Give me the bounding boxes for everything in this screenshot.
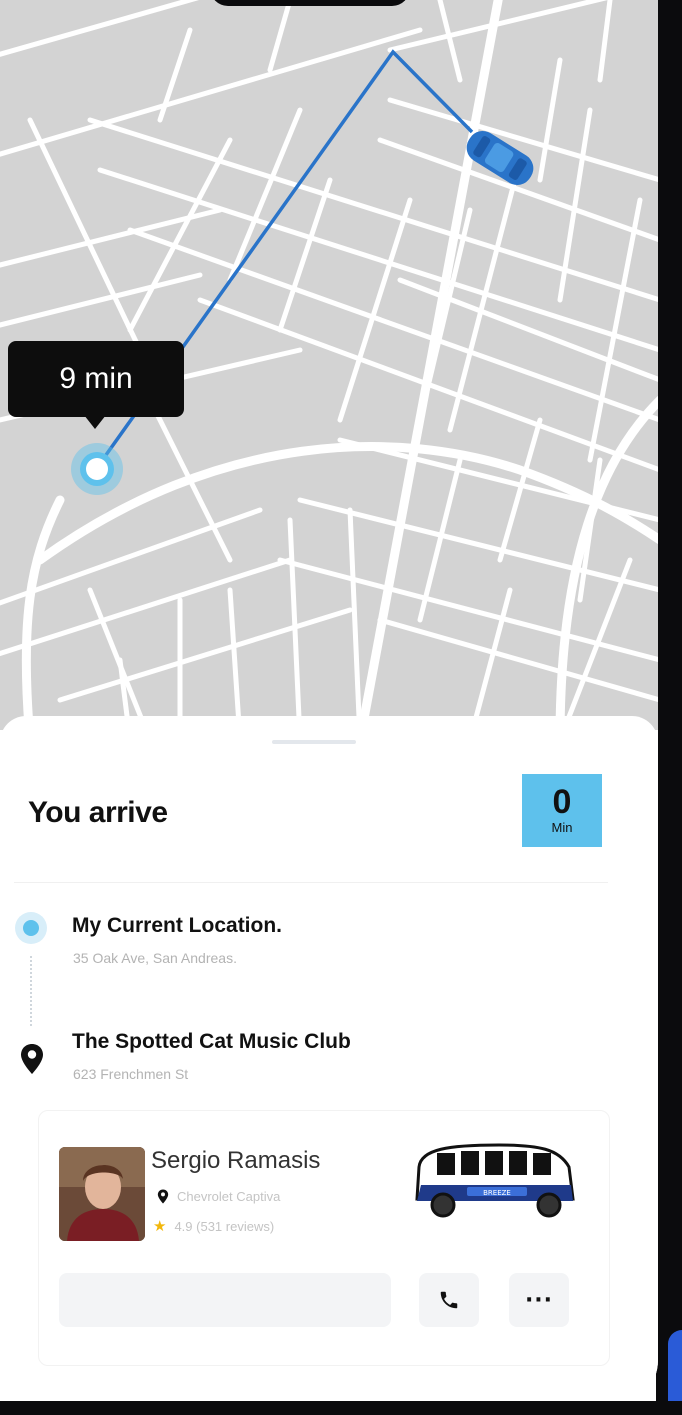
eta-bubble-tail bbox=[84, 415, 106, 429]
route-connector bbox=[30, 956, 32, 1026]
eta-bubble: 9 min bbox=[8, 341, 184, 417]
trip-sheet: You arrive 0 Min My Current Location. 35… bbox=[0, 716, 658, 1408]
vehicle-image: BREEZE bbox=[415, 1143, 575, 1218]
divider bbox=[14, 882, 608, 883]
pickup-marker bbox=[71, 443, 123, 495]
sheet-grabber[interactable] bbox=[272, 740, 356, 744]
stop-destination-title[interactable]: The Spotted Cat Music Club bbox=[72, 1030, 351, 1054]
phone-icon bbox=[440, 1291, 458, 1309]
eta-badge: 0 Min bbox=[522, 774, 602, 847]
eta-badge-unit: Min bbox=[551, 820, 573, 835]
driver-avatar[interactable] bbox=[59, 1147, 145, 1241]
driver-rating-row: ★ 4.9 (531 reviews) bbox=[153, 1217, 274, 1235]
driver-rating: 4.9 (531 reviews) bbox=[174, 1218, 275, 1234]
driver-car-row: Chevrolet Captiva bbox=[157, 1189, 280, 1204]
stop-origin-title[interactable]: My Current Location. bbox=[72, 914, 282, 938]
stop-destination-address: 623 Frenchmen St bbox=[73, 1066, 189, 1082]
car-pin-icon bbox=[157, 1189, 169, 1204]
arrival-title: You arrive bbox=[28, 796, 168, 829]
map-pin-icon bbox=[21, 1044, 43, 1074]
map-view[interactable]: 9 min bbox=[0, 0, 658, 730]
phone-screen: 9 min You arrive 0 Min My Current Locati… bbox=[0, 0, 658, 1408]
call-button[interactable] bbox=[419, 1273, 479, 1327]
stop-origin-address: 35 Oak Ave, San Andreas. bbox=[73, 950, 237, 966]
device-notch bbox=[210, 0, 410, 6]
eta-badge-value: 0 bbox=[552, 783, 572, 821]
more-options-button[interactable]: ··· bbox=[509, 1273, 569, 1327]
driver-name: Sergio Ramasis bbox=[151, 1147, 321, 1174]
message-input[interactable] bbox=[59, 1273, 391, 1327]
current-location-icon bbox=[15, 912, 47, 944]
star-icon: ★ bbox=[153, 1218, 167, 1235]
device-frame-bottom bbox=[0, 1401, 682, 1415]
device-frame-edge bbox=[656, 0, 682, 1415]
driver-car-model: Chevrolet Captiva bbox=[177, 1189, 281, 1204]
vehicle-brand: BREEZE bbox=[483, 1189, 511, 1197]
driver-card: Sergio Ramasis Chevrolet Captiva ★ 4.9 (… bbox=[38, 1110, 610, 1366]
